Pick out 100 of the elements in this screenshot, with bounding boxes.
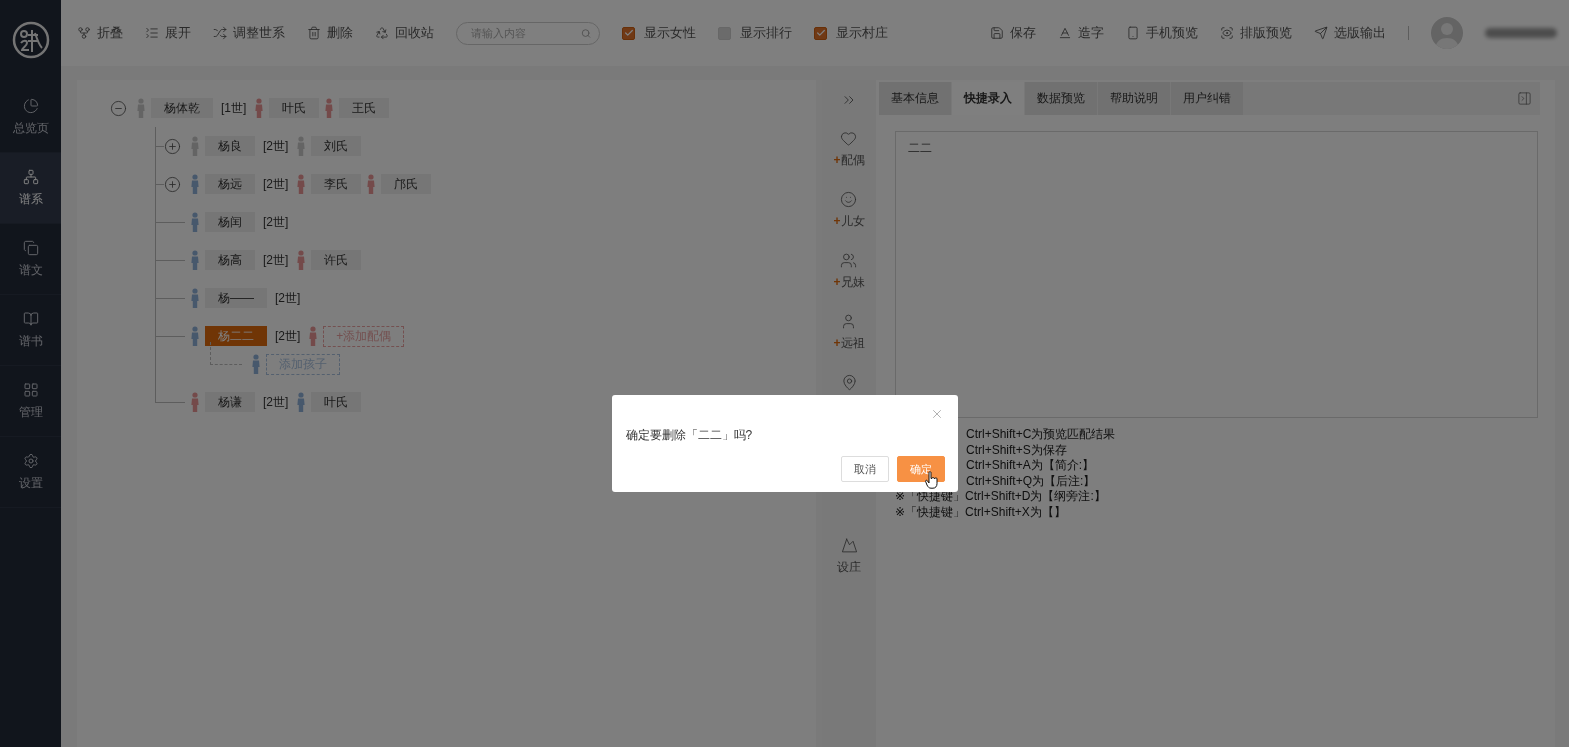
tab[interactable]: 基本信息: [879, 82, 951, 115]
blurred-username: [1485, 28, 1557, 38]
collapse-icon[interactable]: [110, 99, 127, 117]
users-icon: [840, 252, 858, 269]
heart-icon: [840, 130, 858, 147]
checkbox-label: 显示排行: [740, 24, 792, 42]
letter-icon: [1058, 26, 1072, 40]
face-icon: [840, 191, 858, 208]
network-icon: [22, 168, 39, 185]
checkbox[interactable]: [622, 26, 635, 40]
tab[interactable]: 数据预览: [1025, 82, 1097, 115]
toolbar-button[interactable]: 造字: [1058, 24, 1104, 42]
person-icon: [297, 136, 306, 156]
person-name[interactable]: 杨——: [205, 288, 267, 308]
person-icon: [309, 326, 318, 346]
shortcut-hint: Ctrl+Shift+Q为【后注:】: [966, 473, 1096, 489]
person-icon: [191, 250, 199, 270]
person-name[interactable]: 杨闰: [205, 212, 255, 232]
phone-icon: [1126, 26, 1140, 40]
person-icon: [297, 250, 306, 270]
pages-icon: [22, 239, 39, 256]
shortcut-hint: Ctrl+Shift+C为预览匹配结果: [966, 427, 1116, 443]
person-icon: [297, 392, 306, 412]
person-icon: [252, 354, 260, 374]
trash-icon: [307, 26, 321, 40]
checkbox-label: 显示女性: [644, 24, 696, 42]
toolbar-button[interactable]: 排版预览: [1220, 24, 1292, 42]
save-icon: [990, 26, 1004, 40]
quick-entry-field[interactable]: 二二: [895, 131, 1538, 418]
pie-chart-icon: [22, 97, 39, 114]
person-icon: [191, 288, 199, 308]
avatar[interactable]: [1431, 17, 1463, 49]
tab[interactable]: 快捷录入: [952, 82, 1024, 115]
toolbar-button[interactable]: 选版输出: [1314, 24, 1386, 42]
spouse-name[interactable]: 王氏: [339, 98, 390, 118]
person-icon: [191, 326, 199, 346]
spouse-name[interactable]: 许氏: [311, 250, 362, 270]
person-icon: [297, 174, 306, 194]
pin-icon: [840, 374, 858, 391]
nav-item[interactable]: 谱系: [0, 153, 61, 224]
spouse-name[interactable]: 邝氏: [381, 174, 432, 194]
toolbar-button[interactable]: 保存: [990, 24, 1036, 42]
spouse-name[interactable]: 李氏: [311, 174, 362, 194]
cancel-button[interactable]: 取消: [840, 456, 889, 482]
list-icon: [145, 26, 159, 40]
expand-icon[interactable]: [164, 175, 181, 193]
checkbox[interactable]: [718, 26, 731, 40]
toolbar-button[interactable]: 手机预览: [1126, 24, 1198, 42]
generation-label: [2世]: [275, 289, 301, 307]
person-icon: [191, 174, 199, 194]
generation-label: [2世]: [263, 137, 289, 155]
person-name[interactable]: 杨良: [205, 136, 255, 156]
generation-label: [2世]: [263, 213, 289, 231]
relation-button[interactable]: +配偶: [833, 130, 865, 169]
person-icon: [255, 98, 264, 118]
expand-icon[interactable]: [164, 137, 181, 155]
toolbar-button[interactable]: 展开: [145, 24, 191, 42]
toolbar-button[interactable]: 折叠: [77, 24, 123, 42]
person-icon: [191, 136, 199, 156]
shuffle-icon: [213, 26, 227, 40]
connector-line: [210, 341, 242, 365]
generation-label: [2世]: [263, 175, 289, 193]
shortcut-hint: Ctrl+Shift+S为保存: [966, 442, 1067, 458]
settings-icon: [22, 452, 39, 469]
recycle-icon: [375, 26, 389, 40]
relation-button[interactable]: 设庄: [837, 537, 861, 576]
person-icon: [367, 174, 376, 194]
person-name[interactable]: 杨远: [205, 174, 255, 194]
shortcut-hint: ※「快捷键」Ctrl+Shift+X为【】: [895, 504, 1066, 520]
toolbar-button[interactable]: 删除: [307, 24, 353, 42]
toolbar-button[interactable]: 回收站: [375, 24, 434, 42]
generation-label: [2世]: [263, 393, 289, 411]
generation-label: [1世]: [221, 99, 247, 117]
mountain-icon: [840, 537, 858, 554]
person-name[interactable]: 杨高: [205, 250, 255, 270]
spouse-name[interactable]: 刘氏: [311, 136, 362, 156]
spouse-name[interactable]: 叶氏: [269, 98, 320, 118]
relation-button[interactable]: +兄妹: [833, 252, 865, 291]
checkbox[interactable]: [814, 26, 827, 40]
generation-label: [2世]: [263, 251, 289, 269]
book-icon: [22, 310, 39, 327]
person-name[interactable]: 杨谦: [205, 392, 255, 412]
grid-icon: [22, 381, 39, 398]
person-name[interactable]: 杨体乾: [151, 98, 213, 118]
confirm-button[interactable]: 确定: [896, 456, 945, 482]
panel-toggle-icon[interactable]: [1517, 91, 1532, 106]
relation-button[interactable]: +儿女: [833, 191, 865, 230]
person-icon: [137, 98, 145, 118]
spouse-name[interactable]: 叶氏: [311, 392, 362, 412]
search-icon: [580, 27, 591, 39]
person-icon: [325, 98, 334, 118]
relation-button[interactable]: +远祖: [833, 313, 865, 352]
shortcut-hint: Ctrl+Shift+A为【简介:】: [966, 458, 1095, 474]
person-name[interactable]: 杨二二: [205, 326, 267, 346]
eye-scan-icon: [1220, 26, 1234, 40]
tab[interactable]: 帮助说明: [1098, 82, 1170, 115]
logo-icon: [11, 21, 50, 59]
toolbar-button[interactable]: 调整世系: [213, 24, 285, 42]
dialog-message: 确定要删除「二二」吗?: [625, 427, 754, 444]
tab[interactable]: 用户纠错: [1171, 82, 1243, 115]
